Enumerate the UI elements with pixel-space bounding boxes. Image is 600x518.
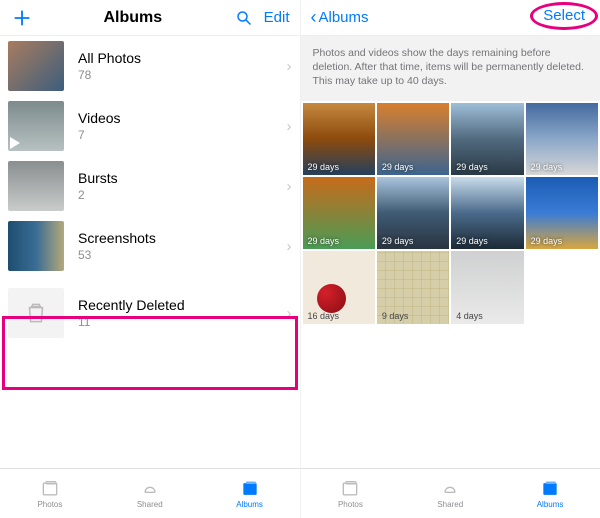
- album-count: 78: [78, 68, 287, 82]
- photo-cell[interactable]: 29 days: [303, 177, 375, 249]
- days-remaining: 9 days: [382, 311, 409, 321]
- album-list: All Photos 78 › Videos 7 › Bursts 2: [0, 36, 300, 468]
- left-tabbar: Photos Shared Albums: [0, 468, 300, 518]
- days-remaining: 29 days: [382, 162, 414, 172]
- album-thumbnail: [8, 161, 64, 211]
- tab-shared[interactable]: Shared: [400, 469, 500, 518]
- highlight-annotation: Select: [530, 2, 598, 30]
- album-name: Bursts: [78, 170, 287, 186]
- tab-albums[interactable]: Albums: [200, 469, 300, 518]
- albums-pane: Albums Edit All Photos 78 › Videos 7: [0, 0, 301, 518]
- photo-cell[interactable]: 29 days: [303, 103, 375, 175]
- tab-label: Shared: [137, 500, 163, 509]
- days-remaining: 29 days: [382, 236, 414, 246]
- album-row-screenshots[interactable]: Screenshots 53 ›: [0, 216, 300, 276]
- add-album-button[interactable]: [10, 6, 34, 30]
- tab-label: Shared: [437, 500, 463, 509]
- tab-shared[interactable]: Shared: [100, 469, 200, 518]
- album-name: All Photos: [78, 50, 287, 66]
- album-thumbnail: [8, 41, 64, 91]
- days-remaining: 29 days: [531, 236, 563, 246]
- trash-icon: [8, 288, 64, 338]
- days-remaining: 16 days: [308, 311, 340, 321]
- photo-cell[interactable]: 4 days: [451, 251, 523, 323]
- days-remaining: 29 days: [308, 236, 340, 246]
- right-header: ‹ Albums Select: [301, 0, 600, 36]
- chevron-right-icon: ›: [287, 58, 292, 75]
- album-row-bursts[interactable]: Bursts 2 ›: [0, 156, 300, 216]
- photo-grid: 29 days 29 days 29 days 29 days 29 days …: [301, 101, 600, 326]
- chevron-left-icon: ‹: [311, 7, 317, 28]
- album-count: 53: [78, 248, 287, 262]
- back-label: Albums: [319, 9, 369, 26]
- album-thumbnail: [8, 101, 64, 151]
- days-remaining: 29 days: [531, 162, 563, 172]
- album-row-videos[interactable]: Videos 7 ›: [0, 96, 300, 156]
- album-row-recently-deleted[interactable]: Recently Deleted 11 ›: [0, 276, 300, 350]
- album-row-all-photos[interactable]: All Photos 78 ›: [0, 36, 300, 96]
- photo-cell[interactable]: 29 days: [526, 177, 598, 249]
- album-name: Screenshots: [78, 230, 287, 246]
- chevron-right-icon: ›: [287, 178, 292, 195]
- album-thumbnail: [8, 221, 64, 271]
- select-button[interactable]: Select: [543, 7, 585, 24]
- album-count: 7: [78, 128, 287, 142]
- chevron-right-icon: ›: [287, 118, 292, 135]
- tab-photos[interactable]: Photos: [301, 469, 401, 518]
- recently-deleted-pane: ‹ Albums Select Photos and videos show t…: [301, 0, 600, 518]
- chevron-right-icon: ›: [287, 238, 292, 255]
- search-button[interactable]: [232, 6, 256, 30]
- tab-albums[interactable]: Albums: [500, 469, 600, 518]
- photo-cell[interactable]: 16 days: [303, 251, 375, 323]
- left-title: Albums: [34, 9, 232, 27]
- right-tabbar: Photos Shared Albums: [301, 468, 600, 518]
- photo-cell[interactable]: 29 days: [451, 103, 523, 175]
- days-remaining: 4 days: [456, 311, 483, 321]
- edit-button[interactable]: Edit: [264, 9, 290, 26]
- deletion-info-banner: Photos and videos show the days remainin…: [301, 36, 600, 101]
- tab-label: Photos: [37, 500, 62, 509]
- days-remaining: 29 days: [456, 162, 488, 172]
- tab-label: Albums: [236, 500, 263, 509]
- days-remaining: 29 days: [456, 236, 488, 246]
- tab-label: Albums: [537, 500, 564, 509]
- left-header: Albums Edit: [0, 0, 300, 36]
- photo-cell[interactable]: 9 days: [377, 251, 449, 323]
- photo-cell[interactable]: 29 days: [451, 177, 523, 249]
- tab-photos[interactable]: Photos: [0, 469, 100, 518]
- back-button[interactable]: ‹ Albums: [311, 7, 369, 28]
- photo-cell[interactable]: 29 days: [526, 103, 598, 175]
- album-count: 2: [78, 188, 287, 202]
- photo-cell[interactable]: 29 days: [377, 103, 449, 175]
- album-name: Videos: [78, 110, 287, 126]
- chevron-right-icon: ›: [287, 305, 292, 322]
- album-name: Recently Deleted: [78, 297, 287, 313]
- photo-cell[interactable]: 29 days: [377, 177, 449, 249]
- days-remaining: 29 days: [308, 162, 340, 172]
- tab-label: Photos: [338, 500, 363, 509]
- album-count: 11: [78, 315, 287, 329]
